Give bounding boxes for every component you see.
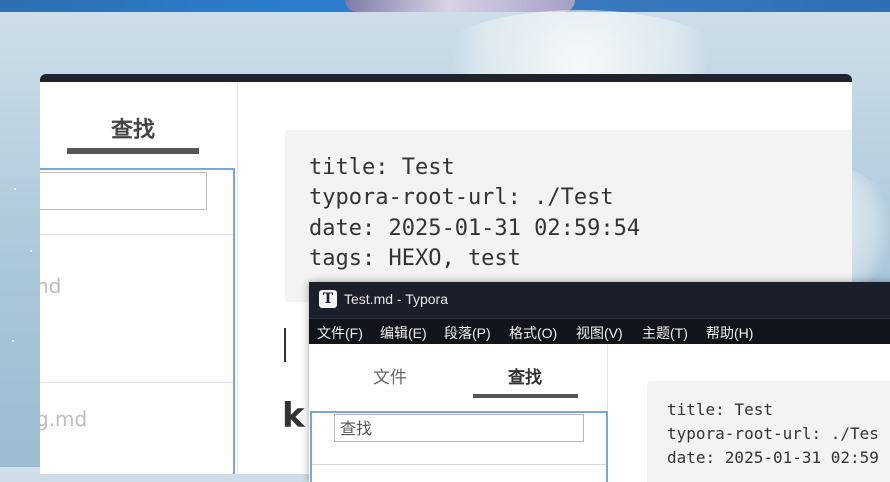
search-input[interactable] <box>334 414 584 442</box>
search-divider <box>312 464 606 465</box>
back-search-input[interactable] <box>40 172 207 210</box>
window-title: Test.md - Typora <box>344 291 449 307</box>
tab-files[interactable]: 文件 <box>373 363 407 388</box>
search-panel <box>310 411 608 482</box>
menu-file[interactable]: 文件(F) <box>317 323 363 343</box>
tab-active-underline <box>473 394 578 398</box>
menu-format[interactable]: 格式(O) <box>509 323 557 343</box>
back-frontmatter-block[interactable]: title: Test typora-root-url: ./Test date… <box>285 130 852 302</box>
menu-theme[interactable]: 主题(T) <box>642 323 688 343</box>
back-frontmatter-line: date: 2025-01-31 02:59:54 <box>309 216 641 241</box>
frontmatter-line: date: 2025-01-31 02:59 <box>667 448 879 467</box>
back-sidebar: 查找 nd g.md <box>40 82 238 474</box>
wallpaper-star <box>12 340 14 342</box>
back-divider <box>40 234 233 235</box>
frontmatter-line: title: Test <box>667 400 773 419</box>
menu-bar: 文件(F) 编辑(E) 段落(P) 格式(O) 视图(V) 主题(T) 帮助(H… <box>309 318 890 344</box>
tab-search[interactable]: 查找 <box>508 363 542 388</box>
menu-view[interactable]: 视图(V) <box>576 323 623 343</box>
back-file-item[interactable]: g.md <box>40 407 87 431</box>
sidebar: 文件 查找 <box>309 344 608 482</box>
menu-paragraph[interactable]: 段落(P) <box>444 323 491 343</box>
back-frontmatter-line: title: Test <box>309 155 455 180</box>
menu-help[interactable]: 帮助(H) <box>706 323 753 343</box>
back-text-cursor <box>284 328 286 362</box>
wallpaper-character <box>345 0 575 12</box>
back-tab-underline <box>67 148 199 154</box>
back-frontmatter-line: tags: HEXO, test <box>309 246 521 271</box>
back-heading: k <box>282 396 305 436</box>
menu-edit[interactable]: 编辑(E) <box>380 323 427 343</box>
title-bar[interactable]: T Test.md - Typora <box>309 282 890 318</box>
back-frontmatter-line: typora-root-url: ./Test <box>309 185 614 210</box>
wallpaper-star <box>30 250 32 252</box>
editor[interactable]: title: Test typora-root-url: ./Tes date:… <box>608 344 890 482</box>
typora-window: T Test.md - Typora 文件(F) 编辑(E) 段落(P) 格式(… <box>309 282 890 482</box>
back-menubar <box>40 74 852 82</box>
typora-app-icon: T <box>319 290 337 308</box>
wallpaper-star <box>14 188 16 190</box>
frontmatter-line: typora-root-url: ./Tes <box>667 424 879 443</box>
back-tab-search[interactable]: 查找 <box>67 112 199 144</box>
back-file-item[interactable]: nd <box>40 274 61 298</box>
back-divider <box>40 382 233 383</box>
